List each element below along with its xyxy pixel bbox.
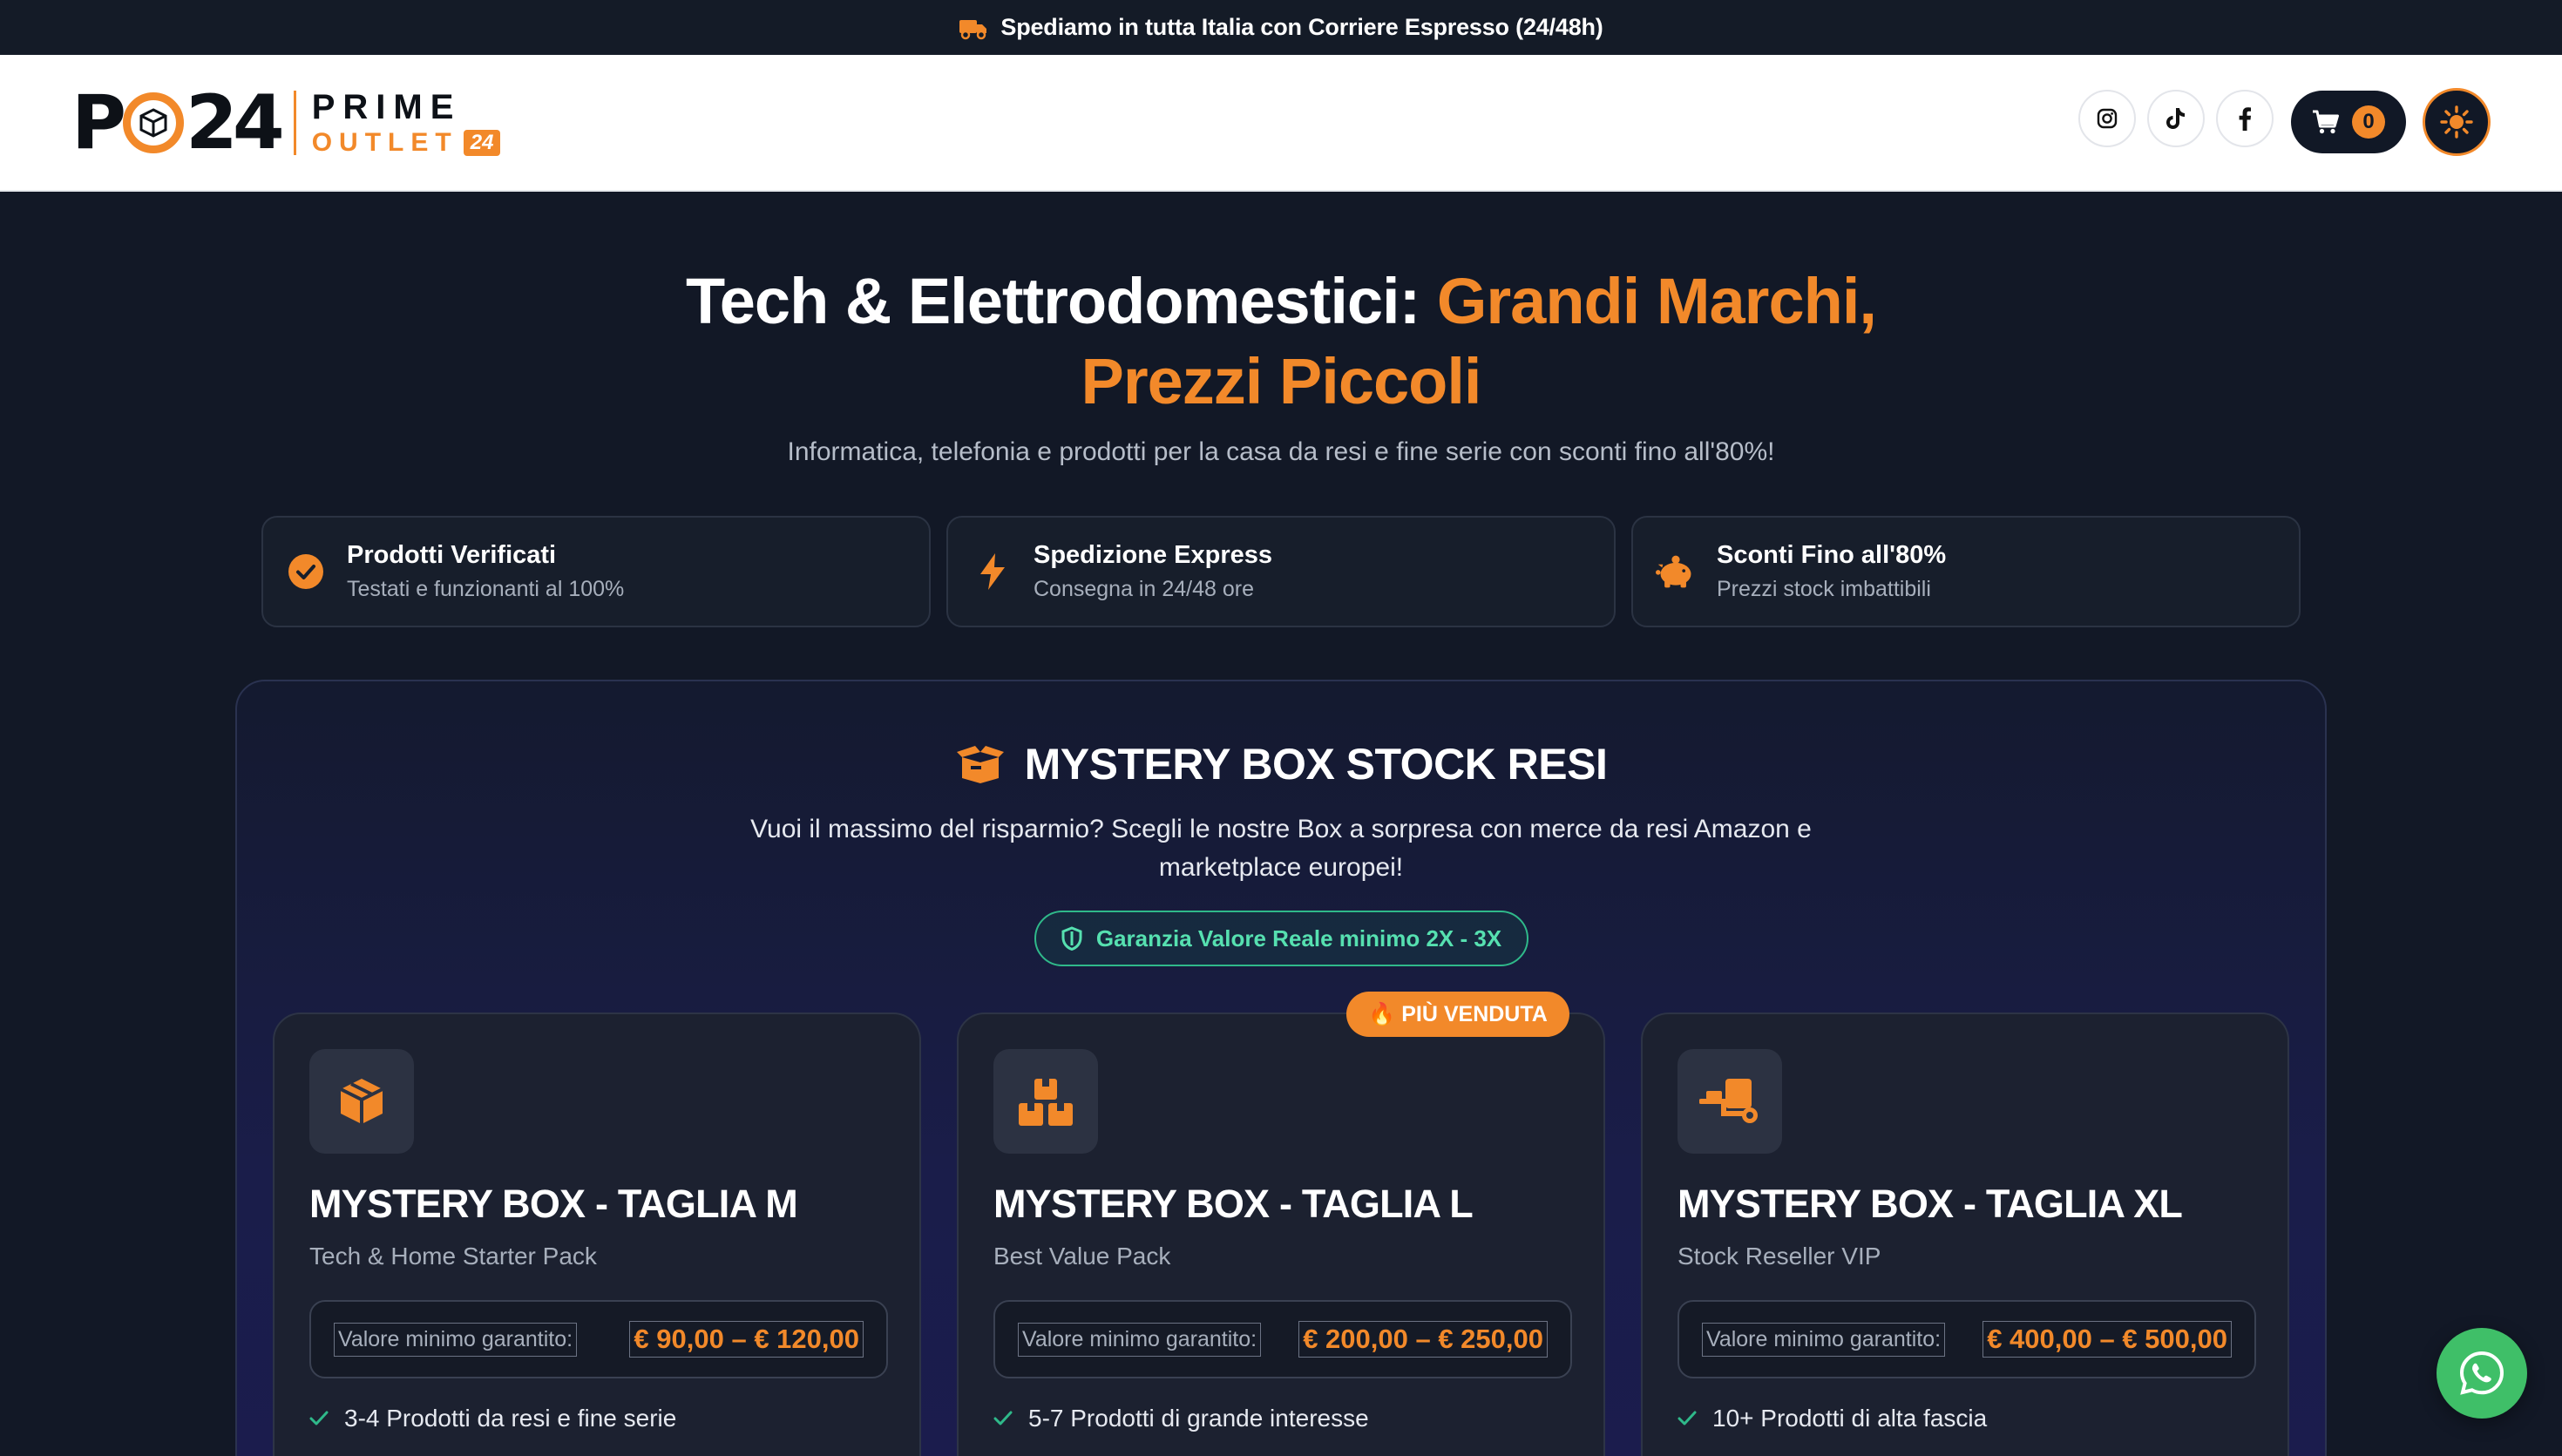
mystery-title-text: MYSTERY BOX STOCK RESI bbox=[1024, 740, 1608, 789]
bestseller-badge: 🔥 PIÙ VENDUTA bbox=[1346, 992, 1569, 1037]
card-feature: 5-7 Prodotti di grande interesse bbox=[993, 1405, 1369, 1432]
logo-divider bbox=[293, 91, 296, 155]
hero-subtitle: Informatica, telefonia e prodotti per la… bbox=[787, 437, 1775, 466]
check-circle-icon bbox=[286, 552, 326, 592]
announcement-bar: Spediamo in tutta Italia con Corriere Es… bbox=[0, 0, 2562, 55]
feature-discount: Sconti Fino all'80% Prezzi stock imbatti… bbox=[1631, 516, 2301, 627]
bolt-icon bbox=[973, 552, 1013, 592]
hero-title-accent-1: Grandi Marchi, bbox=[1436, 265, 1877, 337]
tiktok-button[interactable] bbox=[2147, 90, 2205, 147]
logo-box-icon bbox=[123, 92, 185, 153]
feature-desc: Prezzi stock imbattibili bbox=[1717, 577, 1931, 601]
box-icon bbox=[309, 1049, 414, 1154]
feature-title: Spedizione Express bbox=[1034, 541, 1272, 569]
hero-title-accent-2: Prezzi Piccoli bbox=[1081, 345, 1482, 417]
cart-button[interactable]: 0 bbox=[2291, 91, 2406, 153]
logo-wordmark: PRIME OUTLET 24 bbox=[312, 90, 501, 156]
mystery-card-m[interactable]: MYSTERY BOX - TAGLIA M Tech & Home Start… bbox=[273, 1012, 921, 1456]
whatsapp-icon bbox=[2459, 1351, 2504, 1395]
whatsapp-button[interactable] bbox=[2437, 1328, 2527, 1419]
facebook-icon bbox=[2239, 107, 2251, 131]
cart-count-badge: 0 bbox=[2352, 105, 2385, 139]
logo-number: 24 bbox=[186, 79, 285, 166]
instagram-button[interactable] bbox=[2078, 90, 2136, 147]
price-box: Valore minimo garantito: € 90,00 – € 120… bbox=[309, 1300, 888, 1378]
check-icon bbox=[993, 1411, 1013, 1426]
guarantee-badge: Garanzia Valore Reale minimo 2X - 3X bbox=[1034, 911, 1528, 966]
card-feature: 10+ Prodotti di alta fascia bbox=[1678, 1405, 1987, 1432]
card-title: MYSTERY BOX - TAGLIA L bbox=[993, 1182, 1474, 1226]
hero-title-main: Tech & Elettrodomestici: bbox=[686, 265, 1437, 337]
feature-title: Sconti Fino all'80% bbox=[1717, 541, 1947, 569]
logo-prime: PRIME bbox=[311, 88, 462, 126]
open-box-icon bbox=[956, 746, 1004, 783]
card-feature-text: 3-4 Prodotti da resi e fine serie bbox=[344, 1405, 677, 1432]
logo-letter: P bbox=[71, 79, 126, 166]
card-subtitle: Best Value Pack bbox=[993, 1243, 1171, 1270]
logo-mark: P 24 bbox=[71, 79, 285, 166]
shield-icon bbox=[1061, 926, 1082, 951]
feature-verified: Prodotti Verificati Testati e funzionant… bbox=[261, 516, 931, 627]
mystery-title: MYSTERY BOX STOCK RESI bbox=[0, 739, 2562, 789]
price-value: € 400,00 – € 500,00 bbox=[1982, 1321, 2232, 1358]
feature-desc: Testati e funzionanti al 100% bbox=[347, 577, 625, 601]
price-label: Valore minimo garantito: bbox=[334, 1322, 578, 1357]
card-title: MYSTERY BOX - TAGLIA M bbox=[309, 1182, 798, 1226]
logo-outlet: OUTLET bbox=[311, 128, 458, 157]
check-icon bbox=[1678, 1411, 1697, 1426]
mystery-card-xl[interactable]: MYSTERY BOX - TAGLIA XL Stock Reseller V… bbox=[1641, 1012, 2289, 1456]
facebook-button[interactable] bbox=[2216, 90, 2274, 147]
card-subtitle: Stock Reseller VIP bbox=[1678, 1243, 1881, 1270]
logo[interactable]: P 24 PRIME OUTLET 24 bbox=[71, 79, 501, 166]
price-value: € 90,00 – € 120,00 bbox=[629, 1321, 864, 1358]
price-label: Valore minimo garantito: bbox=[1702, 1322, 1946, 1357]
site-header: P 24 PRIME OUTLET 24 bbox=[0, 55, 2562, 192]
guarantee-text: Garanzia Valore Reale minimo 2X - 3X bbox=[1095, 924, 1502, 951]
theme-toggle-button[interactable] bbox=[2423, 88, 2491, 156]
price-box: Valore minimo garantito: € 200,00 – € 25… bbox=[993, 1300, 1572, 1378]
feature-title: Prodotti Verificati bbox=[347, 541, 557, 569]
dolly-icon bbox=[1678, 1049, 1782, 1154]
tiktok-icon bbox=[2166, 108, 2185, 129]
mystery-card-l[interactable]: MYSTERY BOX - TAGLIA L Best Value Pack V… bbox=[957, 1012, 1605, 1456]
piggy-bank-icon bbox=[1656, 552, 1696, 592]
card-feature-text: 10+ Prodotti di alta fascia bbox=[1712, 1405, 1988, 1432]
logo-outlet-row: OUTLET 24 bbox=[312, 130, 501, 156]
card-feature-text: 5-7 Prodotti di grande interesse bbox=[1028, 1405, 1369, 1432]
instagram-icon bbox=[2097, 108, 2118, 129]
check-icon bbox=[309, 1411, 329, 1426]
feature-shipping: Spedizione Express Consegna in 24/48 ore bbox=[946, 516, 1616, 627]
mystery-subtitle: Vuoi il massimo del risparmio? Scegli le… bbox=[750, 815, 1812, 882]
hero-title: Tech & Elettrodomestici: Grandi Marchi, … bbox=[0, 261, 2562, 422]
boxes-icon bbox=[993, 1049, 1098, 1154]
price-value: € 200,00 – € 250,00 bbox=[1298, 1321, 1548, 1358]
price-label: Valore minimo garantito: bbox=[1018, 1322, 1262, 1357]
feature-desc: Consegna in 24/48 ore bbox=[1034, 577, 1254, 601]
card-title: MYSTERY BOX - TAGLIA XL bbox=[1678, 1182, 2183, 1226]
cart-icon bbox=[2313, 110, 2339, 134]
truck-icon bbox=[959, 19, 987, 39]
price-box: Valore minimo garantito: € 400,00 – € 50… bbox=[1678, 1300, 2256, 1378]
sun-icon bbox=[2440, 105, 2473, 139]
logo-badge: 24 bbox=[463, 130, 501, 156]
card-subtitle: Tech & Home Starter Pack bbox=[309, 1243, 597, 1270]
card-feature: 3-4 Prodotti da resi e fine serie bbox=[309, 1405, 676, 1432]
announcement-text: Spediamo in tutta Italia con Corriere Es… bbox=[1000, 14, 1603, 40]
